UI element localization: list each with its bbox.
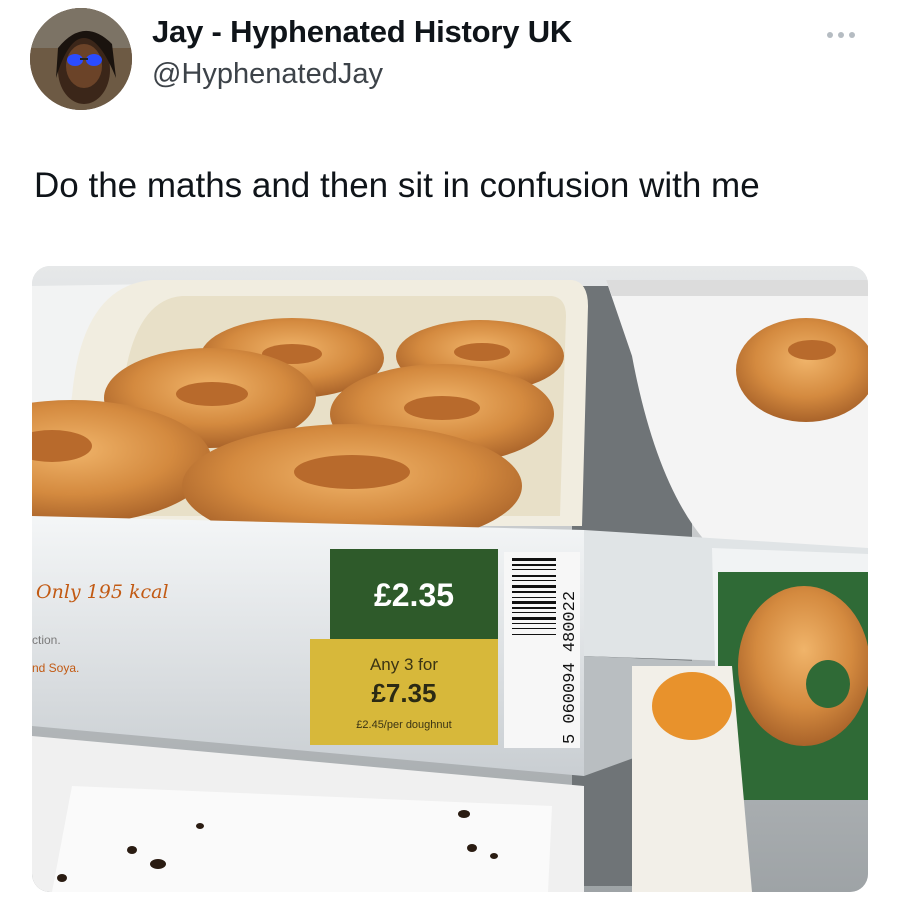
doughnut xyxy=(738,586,868,746)
price-label: £2.35 Any 3 for £7.35 £2.45/per doughnut xyxy=(310,549,498,745)
user-handle[interactable]: @HyphenatedJay xyxy=(152,58,383,91)
tweet-photo[interactable]: Only 195 kcal ction. nd Soya. £2.35 Any … xyxy=(32,266,868,892)
offer-price: £7.35 xyxy=(371,678,436,708)
more-options-icon[interactable] xyxy=(818,22,864,48)
display-name[interactable]: Jay - Hyphenated History UK xyxy=(152,14,572,50)
tweet-text: Do the maths and then sit in confusion w… xyxy=(34,166,760,205)
label-fragment: ction. xyxy=(32,633,61,647)
profile-photo xyxy=(30,8,132,110)
avatar[interactable] xyxy=(30,8,132,110)
unit-price: £2.45/per doughnut xyxy=(356,719,451,731)
kcal-text: Only 195 kcal xyxy=(36,581,169,603)
tweet: Jay - Hyphenated History UK @HyphenatedJ… xyxy=(0,0,900,900)
price-text: £2.35 xyxy=(374,577,454,613)
offer-text: Any 3 for xyxy=(370,655,438,674)
label-fragment: nd Soya. xyxy=(32,661,79,675)
barcode-number: 5 060094 480022 xyxy=(561,591,580,744)
barcode: 5 060094 480022 xyxy=(504,552,580,748)
